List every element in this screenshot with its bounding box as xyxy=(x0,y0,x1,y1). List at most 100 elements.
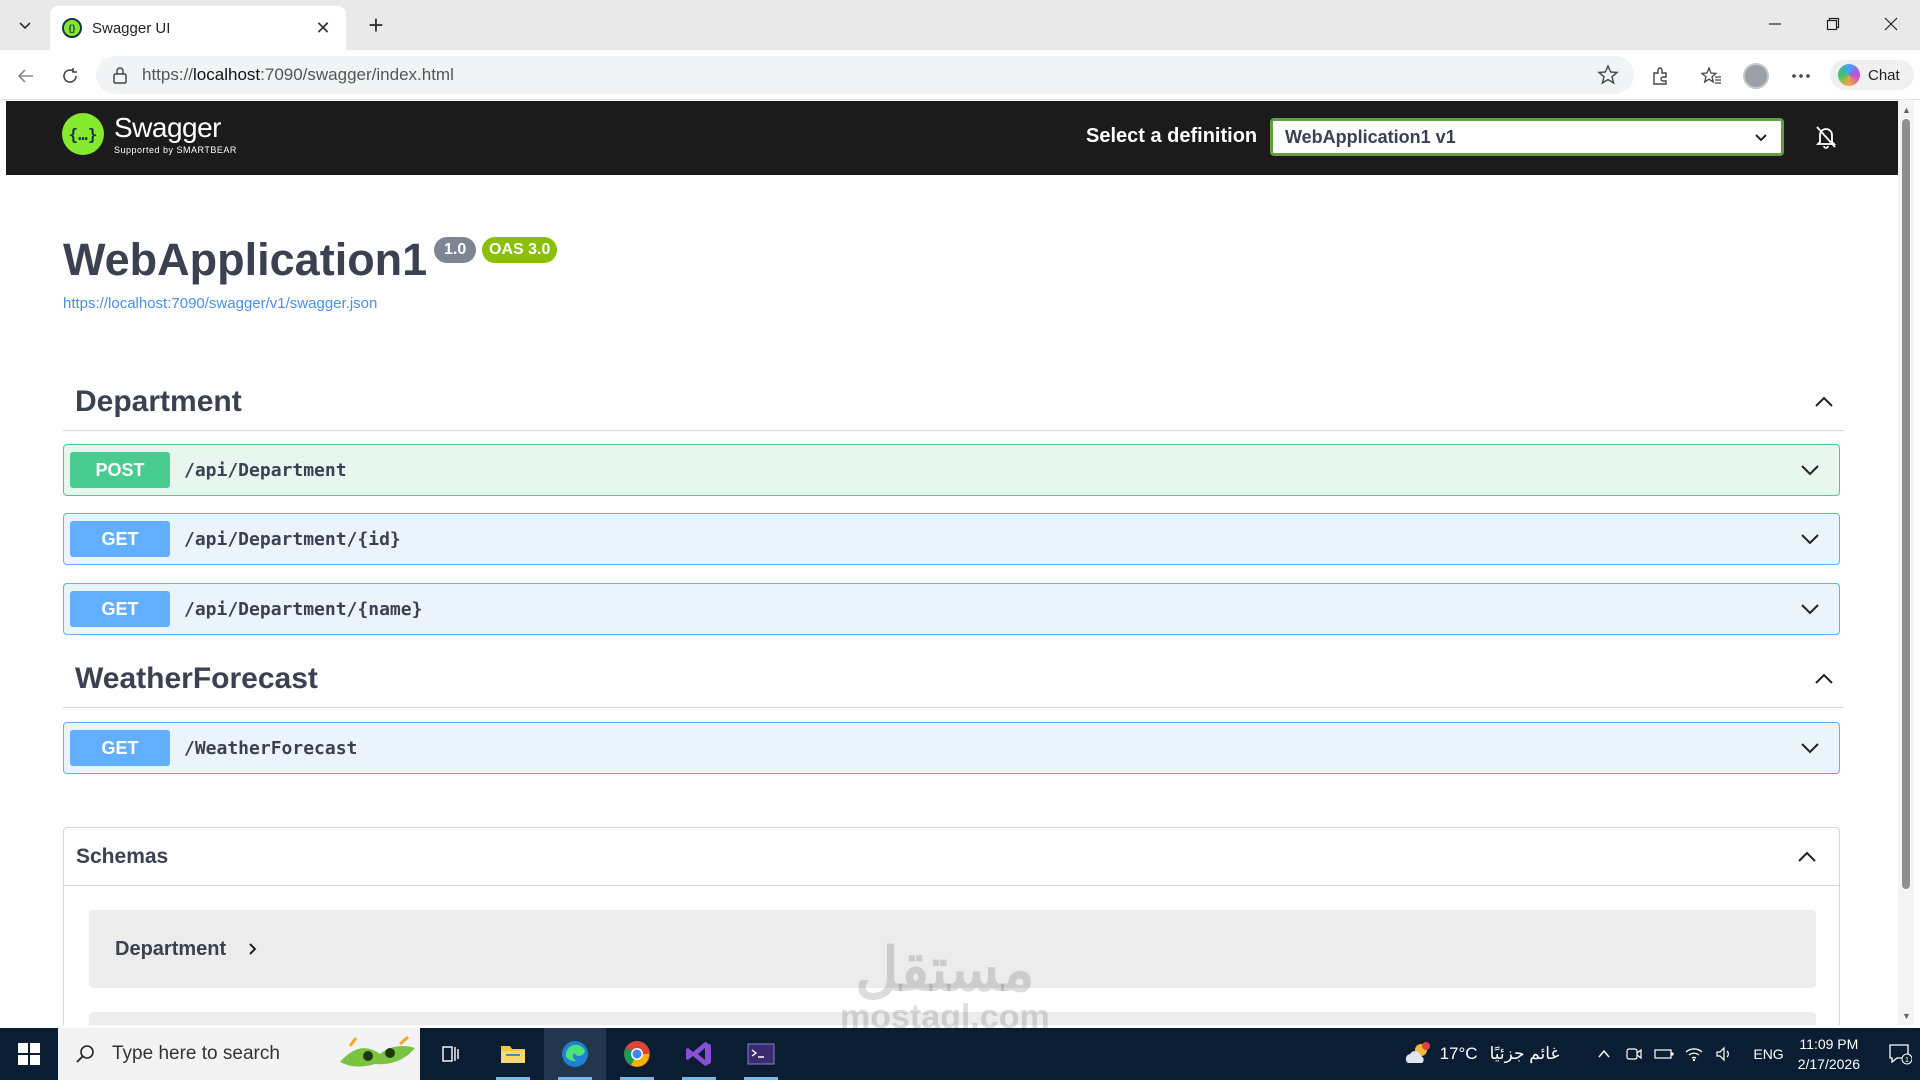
copilot-icon xyxy=(1838,64,1860,86)
swagger-logo-text: Swagger Supported by SMARTBEAR xyxy=(114,112,237,156)
weather-temperature: 17°C xyxy=(1439,1044,1478,1063)
operation-get-department-name[interactable]: GET /api/Department/{name} xyxy=(63,583,1840,635)
chevron-up-icon[interactable] xyxy=(1804,659,1844,699)
battery-icon[interactable] xyxy=(1651,1041,1677,1067)
url-path: :7090/swagger/index.html xyxy=(260,65,454,84)
restore-icon[interactable] xyxy=(1804,0,1862,48)
watermark-arabic: مستقل xyxy=(855,936,1035,1003)
chat-label: Chat xyxy=(1868,66,1900,84)
wifi-icon[interactable] xyxy=(1681,1041,1707,1067)
logo-subtitle: Supported by SMARTBEAR xyxy=(114,145,237,155)
show-hidden-icons-icon[interactable] xyxy=(1591,1041,1617,1067)
swagger-favicon-icon: {} xyxy=(62,18,82,38)
definition-select-value: WebApplication1 v1 xyxy=(1285,126,1456,147)
meet-now-icon[interactable] xyxy=(1621,1041,1647,1067)
chevron-down-icon[interactable] xyxy=(1793,522,1827,556)
oas-badge: OAS 3.0 xyxy=(482,237,558,263)
browser-tab[interactable]: {} Swagger UI ✕ xyxy=(50,6,346,50)
search-highlight-image-icon xyxy=(340,1035,415,1067)
weather-widget[interactable]: 17°C غائم جزئيًا xyxy=(1402,1041,1560,1067)
notifications-icon[interactable]: 1 xyxy=(1880,1043,1920,1065)
task-view-icon[interactable] xyxy=(420,1028,482,1080)
operation-get-department-id[interactable]: GET /api/Department/{id} xyxy=(63,513,1840,565)
address-bar[interactable]: https://localhost:7090/swagger/index.htm… xyxy=(96,56,1634,94)
profile-avatar[interactable] xyxy=(1742,62,1770,90)
swagger-logo[interactable]: {…} Swagger Supported by SMARTBEAR xyxy=(62,113,237,155)
scroll-up-icon[interactable]: ▲ xyxy=(1902,105,1911,115)
browser-toolbar: https://localhost:7090/swagger/index.htm… xyxy=(0,50,1920,100)
visual-studio-icon[interactable] xyxy=(668,1028,730,1080)
favorites-icon[interactable] xyxy=(1697,62,1725,90)
clock[interactable]: 11:09 PM 2/17/2026 xyxy=(1798,1034,1860,1074)
extensions-icon[interactable] xyxy=(1647,62,1675,90)
close-tab-icon[interactable]: ✕ xyxy=(312,18,334,39)
chevron-down-icon[interactable] xyxy=(1793,453,1827,487)
chevron-down-icon[interactable] xyxy=(1793,731,1827,765)
windows-logo-icon xyxy=(18,1043,40,1065)
chevron-up-icon[interactable] xyxy=(1804,382,1844,422)
chevron-right-icon xyxy=(249,943,257,955)
schema-name: Department xyxy=(115,937,227,960)
refresh-icon[interactable] xyxy=(56,62,84,90)
chevron-down-icon[interactable] xyxy=(1793,592,1827,626)
tag-name: WeatherForecast xyxy=(75,661,318,695)
chevron-up-icon[interactable] xyxy=(1787,837,1827,877)
operation-path: /api/Department/{name} xyxy=(184,598,423,620)
logo-name: Swagger xyxy=(114,112,222,143)
tag-header-weatherforecast[interactable]: WeatherForecast xyxy=(63,650,1844,708)
search-icon xyxy=(76,1045,94,1063)
tag-header-department[interactable]: Department xyxy=(63,373,1844,431)
close-window-icon[interactable] xyxy=(1862,0,1920,48)
window-controls xyxy=(1746,0,1920,48)
terminal-icon[interactable] xyxy=(730,1028,792,1080)
page-scrollbar[interactable]: ▲ ▼ xyxy=(1898,101,1914,1025)
operation-get-weatherforecast[interactable]: GET /WeatherForecast xyxy=(63,722,1840,774)
favorite-star-icon[interactable] xyxy=(1596,63,1620,87)
browser-tab-bar: {} Swagger UI ✕ + xyxy=(0,0,1920,50)
scroll-thumb[interactable] xyxy=(1902,119,1910,889)
api-title: WebApplication1 xyxy=(63,234,428,285)
partly-cloudy-icon xyxy=(1405,1042,1430,1063)
notifications-off-icon[interactable] xyxy=(1812,123,1840,151)
volume-icon[interactable] xyxy=(1711,1041,1737,1067)
chevron-down-icon xyxy=(1755,134,1767,142)
input-language[interactable]: ENG xyxy=(1753,1046,1783,1062)
back-icon[interactable] xyxy=(12,62,40,90)
file-explorer-icon[interactable] xyxy=(482,1028,544,1080)
clock-time: 11:09 PM xyxy=(1799,1036,1859,1052)
method-badge: GET xyxy=(70,591,170,627)
schemas-header[interactable]: Schemas xyxy=(64,828,1839,886)
notification-count: 1 xyxy=(1905,1057,1909,1064)
lock-icon[interactable] xyxy=(110,65,130,85)
operation-path: /WeatherForecast xyxy=(184,737,358,759)
weather-description: غائم جزئيًا xyxy=(1489,1044,1560,1063)
avatar xyxy=(1743,63,1769,89)
clock-date: 2/17/2026 xyxy=(1797,1056,1860,1072)
search-placeholder: Type here to search xyxy=(112,1043,280,1064)
chrome-browser-icon[interactable] xyxy=(606,1028,668,1080)
more-options-icon[interactable] xyxy=(1787,62,1815,90)
watermark: مستقل mostaql.com xyxy=(840,936,1050,1035)
method-badge: GET xyxy=(70,730,170,766)
url-host: localhost xyxy=(193,65,261,84)
operation-post-department[interactable]: POST /api/Department xyxy=(63,444,1840,496)
copilot-chat-button[interactable]: Chat xyxy=(1830,60,1914,90)
taskbar-search[interactable]: Type here to search xyxy=(58,1028,420,1080)
select-definition-label: Select a definition xyxy=(1086,125,1258,147)
version-badge: 1.0 xyxy=(434,237,477,263)
definition-select[interactable]: WebApplication1 v1 xyxy=(1270,118,1784,156)
minimize-icon[interactable] xyxy=(1746,0,1804,48)
swagger-topbar: {…} Swagger Supported by SMARTBEAR Selec… xyxy=(6,101,1898,175)
scroll-down-icon[interactable]: ▼ xyxy=(1902,1011,1911,1021)
new-tab-icon[interactable]: + xyxy=(362,12,390,40)
swagger-json-link[interactable]: https://localhost:7090/swagger/v1/swagge… xyxy=(63,295,377,312)
tag-name: Department xyxy=(75,384,242,418)
edge-browser-icon[interactable] xyxy=(544,1028,606,1080)
start-button[interactable] xyxy=(0,1028,58,1080)
tab-actions-menu-icon[interactable] xyxy=(8,9,42,41)
system-tray: 17°C غائم جزئيًا ENG 11:09 PM 2/17/2026 … xyxy=(1402,1028,1920,1080)
swagger-logo-icon: {…} xyxy=(62,113,104,155)
url-text[interactable]: https://localhost:7090/swagger/index.htm… xyxy=(142,65,1596,85)
url-scheme: https:// xyxy=(142,65,194,84)
schemas-title: Schemas xyxy=(76,844,169,868)
